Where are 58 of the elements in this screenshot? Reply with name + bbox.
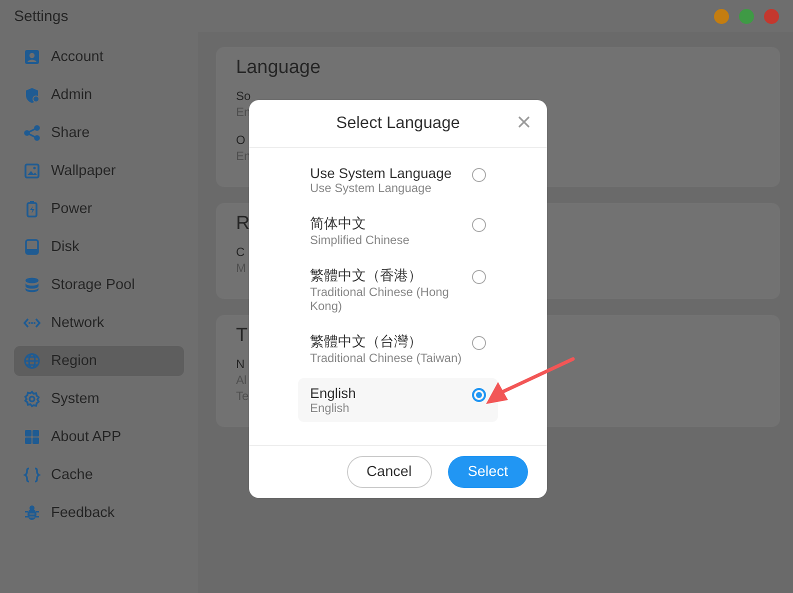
sidebar-item[interactable]: Storage Pool <box>14 270 184 300</box>
sidebar-item[interactable]: Power <box>14 194 184 224</box>
radio-button[interactable] <box>472 218 486 232</box>
language-subtitle: Use System Language <box>310 181 432 195</box>
language-name: 简体中文 <box>310 215 367 233</box>
sidebar-item-icon <box>23 428 41 446</box>
close-icon[interactable] <box>517 115 531 129</box>
language-option[interactable]: 繁體中文（香港） Traditional Chinese (Hong Kong) <box>298 260 498 320</box>
language-name: Use System Language <box>310 165 453 181</box>
language-option[interactable]: English English <box>298 378 498 422</box>
sidebar-item-icon <box>23 162 41 180</box>
language-subtitle: English <box>310 401 350 415</box>
sidebar-item[interactable]: System <box>14 384 184 414</box>
sidebar-item-icon <box>23 390 41 408</box>
window-title: Settings <box>14 8 70 24</box>
sidebar-item-icon <box>23 86 41 104</box>
cancel-button[interactable]: Cancel <box>346 456 432 488</box>
language-name: 繁體中文（台灣） <box>310 333 423 351</box>
language-subtitle: Simplified Chinese <box>310 233 410 247</box>
setting-label: So <box>236 89 251 103</box>
sidebar-item-icon <box>23 276 41 294</box>
window-control[interactable] <box>714 8 729 24</box>
sidebar-item[interactable]: Region <box>14 346 184 376</box>
language-name: 繁體中文（香港） <box>310 267 423 285</box>
language-option[interactable]: Use System Language Use System Language <box>298 158 498 202</box>
select-button[interactable]: Select <box>448 456 528 488</box>
sidebar-item[interactable]: Share <box>14 118 184 148</box>
language-subtitle: Traditional Chinese (Hong Kong) <box>310 285 450 313</box>
sidebar-item[interactable]: Feedback <box>14 498 184 528</box>
card-title: Language <box>236 57 321 79</box>
language-option[interactable]: 简体中文 Simplified Chinese <box>298 208 498 254</box>
setting-label: C <box>236 245 245 259</box>
language-subtitle: Traditional Chinese (Taiwan) <box>310 351 463 365</box>
language-name: English <box>310 385 357 401</box>
radio-button[interactable] <box>472 270 486 284</box>
sidebar-item[interactable]: Account <box>14 42 184 72</box>
sidebar-item[interactable]: Network <box>14 308 184 338</box>
window-control[interactable] <box>739 8 754 24</box>
sidebar-item[interactable]: Admin <box>14 80 184 110</box>
sidebar-item[interactable]: Disk <box>14 232 184 262</box>
setting-label: N <box>236 357 245 371</box>
sidebar-item-icon <box>23 466 41 484</box>
sidebar-item-icon <box>23 504 41 522</box>
radio-button[interactable] <box>472 388 486 402</box>
radio-button[interactable] <box>472 336 486 350</box>
sidebar-item-icon <box>23 352 41 370</box>
sidebar-item[interactable]: Wallpaper <box>14 156 184 186</box>
dialog-title: Select Language <box>336 114 460 133</box>
sidebar-item-icon <box>23 124 41 142</box>
sidebar-item-icon <box>23 48 41 66</box>
language-option[interactable]: 繁體中文（台灣） Traditional Chinese (Taiwan) <box>298 326 498 372</box>
sidebar-item[interactable]: Cache <box>14 460 184 490</box>
sidebar-item-icon <box>23 238 41 256</box>
setting-label: O <box>236 133 246 147</box>
card-title: T <box>236 325 248 347</box>
card-title: R <box>236 213 250 235</box>
sidebar-item[interactable]: About APP <box>14 422 184 452</box>
radio-button[interactable] <box>472 168 486 182</box>
